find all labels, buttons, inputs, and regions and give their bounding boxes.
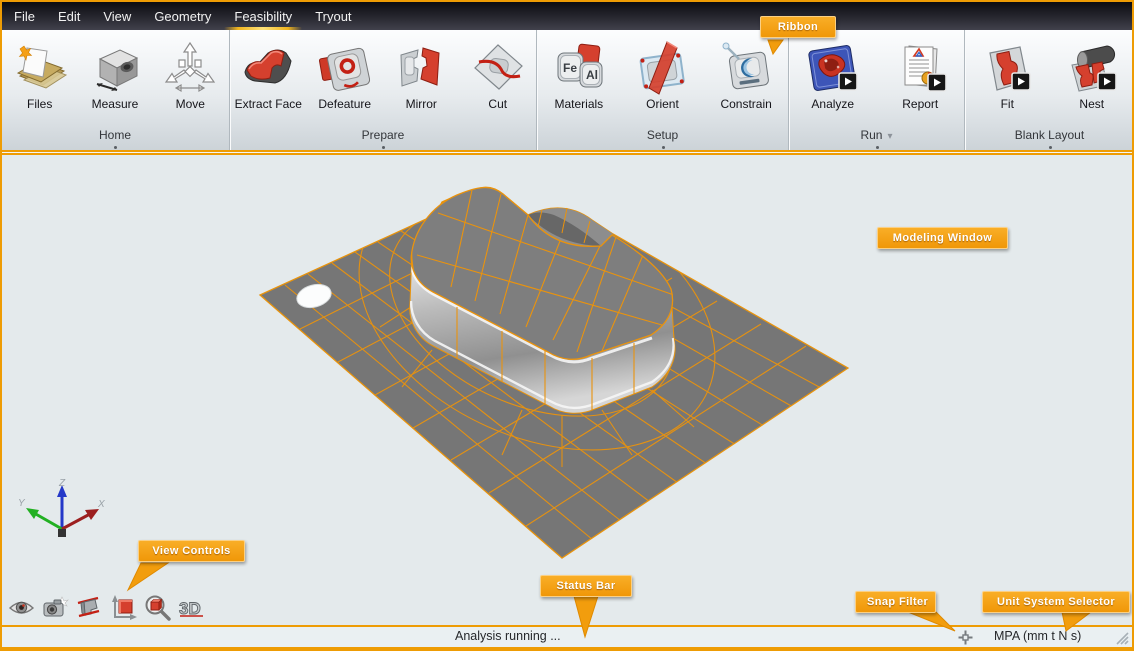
ribbon-item-nest[interactable]: Nest	[1053, 40, 1131, 111]
ribbon-item-label: Constrain	[720, 97, 771, 111]
ribbon-item-orient[interactable]: Orient	[626, 40, 698, 111]
zoom-icon[interactable]	[144, 594, 171, 621]
snap-filter-callout-tail	[905, 611, 959, 634]
ribbon-item-measure[interactable]: Measure	[79, 40, 151, 111]
modeling-window-callout: Modeling Window	[877, 227, 1008, 249]
view-controls-callout: View Controls	[138, 540, 245, 562]
status-bar: Analysis running ... MPA (mm t N s)	[2, 625, 1132, 649]
triad-x-label: X	[97, 499, 105, 510]
measure-icon	[87, 40, 143, 96]
snap-filter-callout: Snap Filter	[855, 591, 936, 613]
view-controls-callout-tail	[124, 562, 170, 592]
analyze-icon	[805, 40, 861, 96]
status-message: Analysis running ...	[455, 629, 561, 643]
ribbon-group-setup: Fe Al Materials	[536, 30, 788, 150]
ribbon-item-extract-face[interactable]: Extract Face	[232, 40, 304, 111]
fit-icon	[979, 40, 1035, 96]
ribbon-item-materials[interactable]: Fe Al Materials	[543, 40, 615, 111]
ribbon-group-label-home: Home	[2, 128, 228, 142]
orient-icon	[634, 40, 690, 96]
ribbon-item-label: Nest	[1079, 97, 1104, 111]
snap-filter-icon[interactable]	[957, 629, 974, 646]
ribbon-item-label: Fit	[1001, 97, 1014, 111]
ribbon-item-analyze[interactable]: Analyze	[793, 40, 873, 111]
menu-geometry[interactable]: Geometry	[150, 9, 215, 24]
launcher-arrow-icon	[839, 73, 857, 90]
ribbon-item-label: Defeature	[318, 97, 371, 111]
ribbon-group-home: Files Measure	[2, 30, 228, 150]
ribbon-item-label: Extract Face	[235, 97, 302, 111]
status-bar-callout: Status Bar	[540, 575, 632, 597]
ribbon-item-defeature[interactable]: Defeature	[309, 40, 381, 111]
launcher-arrow-icon	[1012, 73, 1030, 90]
materials-fe-label: Fe	[563, 61, 577, 75]
ribbon-item-label: Mirror	[406, 97, 437, 111]
view-controls: 3D	[8, 594, 205, 621]
zoom-window-icon[interactable]	[110, 594, 137, 621]
menu-bar: File Edit View Geometry Feasibility Tryo…	[2, 2, 1132, 30]
coordinate-triad[interactable]: Z Y X	[14, 477, 106, 541]
die-view-icon[interactable]	[76, 594, 103, 621]
mirror-icon	[393, 40, 449, 96]
move-icon	[162, 40, 218, 96]
menu-feasibility[interactable]: Feasibility	[230, 9, 296, 24]
ribbon-item-label: Files	[27, 97, 52, 111]
defeature-icon	[317, 40, 373, 96]
ribbon-item-label: Report	[902, 97, 938, 111]
launcher-arrow-icon	[928, 74, 946, 91]
ribbon-group-label-blank-layout: Blank Layout	[965, 128, 1134, 142]
resize-grip[interactable]	[1115, 631, 1129, 645]
ribbon-item-label: Orient	[646, 97, 679, 111]
ribbon-item-label: Materials	[554, 97, 603, 111]
triad-z-label: Z	[58, 478, 66, 489]
menu-file[interactable]: File	[10, 9, 39, 24]
ribbon-group-label-prepare: Prepare	[230, 128, 536, 142]
ribbon-group-label-setup: Setup	[537, 128, 788, 142]
ribbon-callout-tail	[766, 38, 788, 56]
ribbon-group-blank-layout: Fit Nest	[964, 30, 1134, 150]
launcher-arrow-icon	[1098, 73, 1116, 90]
ribbon-item-mirror[interactable]: Mirror	[385, 40, 457, 111]
ribbon-item-report[interactable]: Report	[880, 40, 960, 111]
ribbon-item-cut[interactable]: Cut	[462, 40, 534, 111]
3d-view-icon[interactable]: 3D	[178, 594, 205, 621]
unit-system-callout-tail	[1058, 611, 1094, 634]
status-bar-callout-tail	[570, 595, 602, 639]
menu-tryout[interactable]: Tryout	[311, 9, 355, 24]
3d-view-label: 3D	[179, 599, 201, 618]
extract-face-icon	[240, 40, 296, 96]
application-window: File Edit View Geometry Feasibility Tryo…	[0, 0, 1134, 651]
files-icon	[12, 40, 68, 96]
materials-al-label: Al	[586, 68, 598, 82]
menu-edit[interactable]: Edit	[54, 9, 84, 24]
ribbon-item-fit[interactable]: Fit	[968, 40, 1046, 111]
triad-y-label: Y	[18, 498, 26, 509]
ribbon-callout: Ribbon	[760, 16, 836, 38]
run-dropdown-icon[interactable]: ▾	[887, 131, 892, 142]
ribbon-item-label: Measure	[92, 97, 139, 111]
cut-icon	[470, 40, 526, 96]
materials-icon: Fe Al	[551, 40, 607, 96]
camera-icon[interactable]	[42, 594, 69, 621]
unit-system-selector-callout: Unit System Selector	[982, 591, 1130, 613]
ribbon-item-files[interactable]: Files	[4, 40, 76, 111]
ribbon-group-run: Analyze	[788, 30, 964, 150]
ribbon: Files Measure	[2, 30, 1132, 150]
nest-icon	[1064, 40, 1120, 96]
ribbon-group-prepare: Extract Face Defeature	[229, 30, 536, 150]
ribbon-group-label-run[interactable]: Run▾	[789, 128, 964, 142]
ribbon-item-label: Analyze	[811, 97, 854, 111]
ribbon-item-move[interactable]: Move	[154, 40, 226, 111]
report-icon	[892, 40, 948, 96]
ribbon-item-label: Cut	[488, 97, 507, 111]
eye-icon[interactable]	[8, 594, 35, 621]
menu-view[interactable]: View	[99, 9, 135, 24]
ribbon-item-label: Move	[176, 97, 205, 111]
